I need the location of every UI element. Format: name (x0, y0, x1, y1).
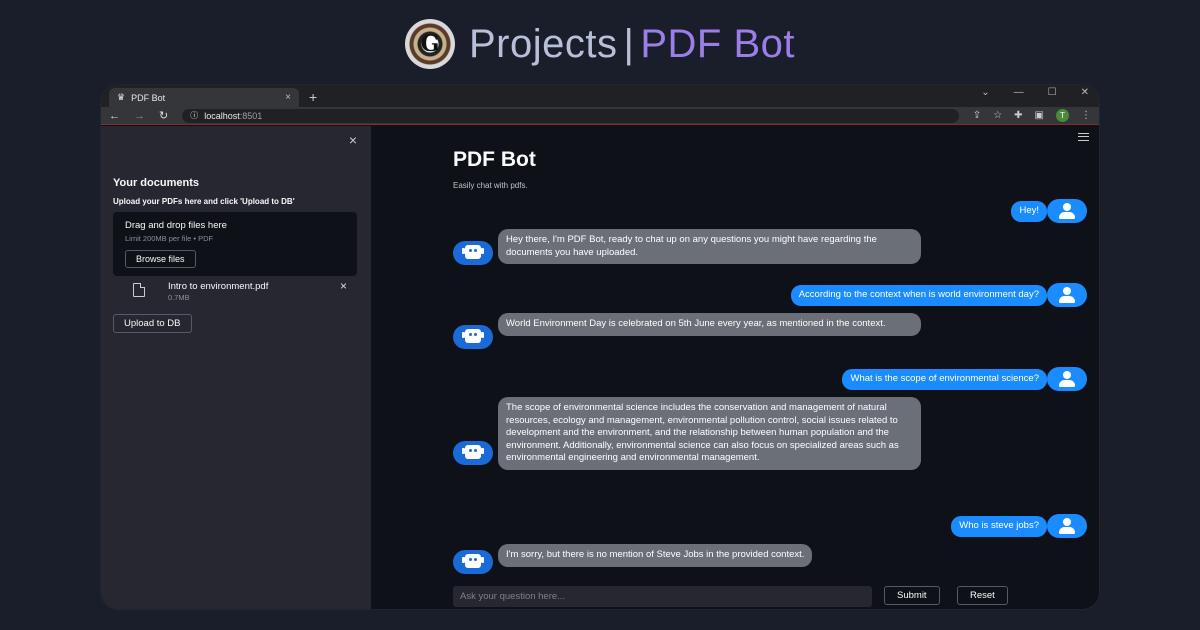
url-host: localhost (204, 110, 240, 121)
tab-title: PDF Bot (131, 92, 166, 103)
sidebar-close-icon[interactable]: × (349, 132, 357, 148)
submit-button[interactable]: Submit (884, 586, 940, 605)
upload-to-db-button[interactable]: Upload to DB (113, 314, 192, 333)
profile-avatar[interactable]: T (1056, 109, 1069, 122)
user-message: Hey! (1011, 201, 1047, 222)
logo-letter: G (420, 31, 440, 57)
reset-button[interactable]: Reset (957, 586, 1008, 605)
bot-avatar-icon (453, 441, 493, 465)
user-avatar-icon (1047, 199, 1087, 223)
browser-tab[interactable]: ♛ PDF Bot × (109, 88, 299, 107)
extensions-icon[interactable]: ✚ (1014, 110, 1022, 121)
logo: G (404, 19, 455, 69)
reload-icon[interactable]: ↻ (159, 109, 168, 122)
sidebar: × Your documents Upload your PDFs here a… (101, 126, 371, 609)
user-avatar-icon (1047, 367, 1087, 391)
dropzone-limit: Limit 200MB per file • PDF (125, 234, 214, 243)
tab-bar: ♛ PDF Bot × + ⌄ — ☐ ✕ (101, 85, 1099, 107)
uploaded-file: Intro to environment.pdf 0.7MB × (131, 279, 351, 304)
share-icon[interactable]: ⇪ (973, 110, 981, 121)
file-dropzone[interactable]: Drag and drop files here Limit 200MB per… (113, 212, 357, 276)
close-window-icon[interactable]: ✕ (1081, 87, 1089, 98)
browser-window: ♛ PDF Bot × + ⌄ — ☐ ✕ ← → ↻ ⓘ localhost:… (100, 84, 1100, 610)
toolbar-right: ⇪ ☆ ✚ ▣ T ⋮ (973, 109, 1091, 122)
sidebar-title: Your documents (113, 177, 199, 189)
bot-avatar-icon (453, 325, 493, 349)
window-controls: ⌄ — ☐ ✕ (981, 87, 1089, 98)
sidebar-instructions: Upload your PDFs here and click 'Upload … (113, 197, 295, 206)
dropzone-title: Drag and drop files here (125, 220, 227, 231)
banner-title-pdfbot: PDF Bot (640, 21, 796, 66)
file-icon (133, 283, 145, 297)
bot-avatar-icon (453, 241, 493, 265)
site-info-icon[interactable]: ⓘ (190, 110, 198, 121)
user-message: Who is steve jobs? (951, 516, 1047, 537)
page-subtitle: Easily chat with pdfs. (453, 181, 528, 190)
address-bar: ← → ↻ ⓘ localhost:8501 ⇪ ☆ ✚ ▣ T ⋮ (101, 107, 1099, 125)
hamburger-menu-icon[interactable] (1078, 133, 1089, 141)
maximize-icon[interactable]: ☐ (1048, 87, 1057, 98)
question-input[interactable] (453, 586, 872, 607)
file-name: Intro to environment.pdf (168, 281, 269, 292)
banner: G Projects | PDF Bot (0, 16, 1200, 72)
bot-message: Hey there, I'm PDF Bot, ready to chat up… (498, 229, 921, 265)
tab-close-icon[interactable]: × (285, 92, 291, 103)
side-panel-icon[interactable]: ▣ (1035, 110, 1044, 121)
user-message: What is the scope of environmental scien… (842, 369, 1047, 390)
bookmark-star-icon[interactable]: ☆ (993, 110, 1002, 121)
minimize-icon[interactable]: — (1014, 87, 1024, 98)
bot-message: I'm sorry, but there is no mention of St… (498, 544, 813, 567)
user-avatar-icon (1047, 283, 1087, 307)
new-tab-button[interactable]: + (309, 89, 317, 105)
bot-avatar-icon (453, 550, 493, 574)
remove-file-icon[interactable]: × (340, 279, 347, 293)
bot-message: World Environment Day is celebrated on 5… (498, 313, 921, 336)
browse-files-button[interactable]: Browse files (125, 250, 196, 268)
banner-title-projects: Projects (468, 21, 618, 66)
url-port: :8501 (239, 110, 263, 121)
tab-favicon-icon: ♛ (117, 92, 126, 102)
forward-icon[interactable]: → (134, 110, 145, 122)
tab-search-icon[interactable]: ⌄ (981, 87, 989, 98)
app-body: × Your documents Upload your PDFs here a… (101, 126, 1099, 609)
user-avatar-icon (1047, 514, 1087, 538)
banner-title: Projects | PDF Bot (469, 22, 795, 67)
main-content: PDF Bot Easily chat with pdfs. Hey! Hey … (371, 126, 1099, 609)
file-size: 0.7MB (168, 293, 190, 302)
banner-title-separator: | (623, 21, 635, 66)
menu-kebab-icon[interactable]: ⋮ (1081, 110, 1091, 121)
user-message: According to the context when is world e… (790, 285, 1047, 306)
bot-message: The scope of environmental science inclu… (498, 397, 921, 470)
page-title: PDF Bot (453, 148, 536, 171)
back-icon[interactable]: ← (109, 110, 120, 122)
url-field[interactable]: ⓘ localhost:8501 (182, 108, 959, 123)
